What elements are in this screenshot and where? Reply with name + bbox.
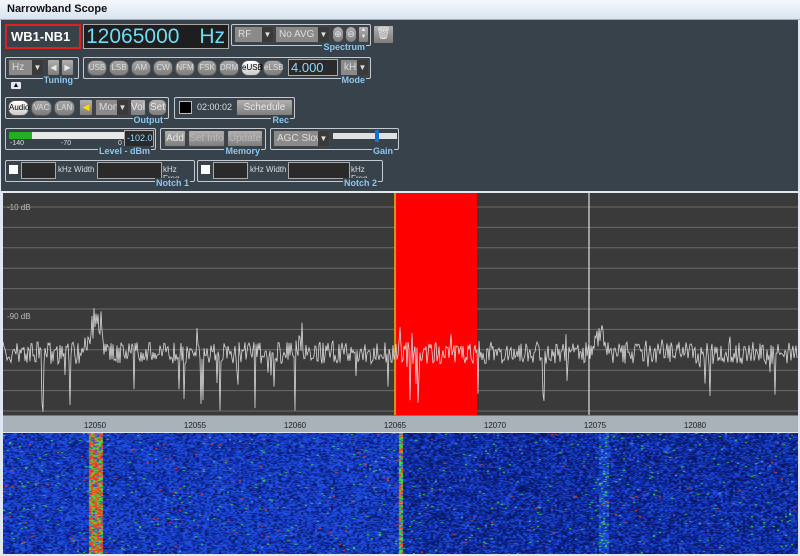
zoom-out-icon[interactable]: ⊖ bbox=[345, 26, 357, 43]
set-button[interactable]: Set bbox=[148, 99, 167, 116]
mode-cw[interactable]: CW bbox=[153, 60, 173, 76]
record-checkbox[interactable] bbox=[179, 101, 192, 114]
notch1-width-label: kHz Width bbox=[58, 165, 95, 174]
gain-slider[interactable] bbox=[333, 130, 397, 142]
spectrum-svg bbox=[3, 193, 798, 415]
speaker-icon[interactable]: ◀ bbox=[79, 99, 93, 116]
output-label: Output bbox=[132, 115, 164, 125]
rec-time: 02:00:02 bbox=[197, 102, 233, 112]
memory-set-info-button[interactable]: Set Info bbox=[188, 130, 225, 147]
frequency-value: 12065000 bbox=[86, 25, 180, 48]
chevron-down-icon: ▼ bbox=[357, 60, 368, 75]
notch2-freq-input[interactable] bbox=[288, 162, 350, 179]
chevron-down-icon: ▼ bbox=[32, 60, 43, 75]
waterfall[interactable] bbox=[3, 433, 798, 554]
passband bbox=[395, 193, 477, 415]
notch2-width-input[interactable] bbox=[213, 162, 248, 179]
gain-slider-thumb[interactable] bbox=[374, 130, 379, 142]
bandwidth-unit-select[interactable]: kHz ▼ bbox=[340, 59, 369, 76]
gain-label: Gain bbox=[371, 146, 394, 156]
vol-button[interactable]: Vol bbox=[130, 99, 146, 116]
spectrum-group: RF ▼ No AVG ▼ ⊕ ⊖ ▲ ▼ Spectrum bbox=[231, 24, 371, 52]
notch2-checkbox[interactable] bbox=[201, 165, 210, 174]
level-meter bbox=[9, 132, 124, 139]
channel-select[interactable]: Mono ▼ bbox=[95, 99, 129, 116]
tune-right-button[interactable]: ▶ bbox=[61, 59, 74, 76]
source-select[interactable]: RF ▼ bbox=[234, 26, 274, 43]
control-panel: WB1-NB1 12065000 Hz RF ▼ No AVG ▼ ⊕ ⊖ ▲ ▼ S… bbox=[1, 20, 798, 191]
notch1-label: Notch 1 bbox=[154, 178, 190, 188]
gain-group: AGC Slow ▼ Gain bbox=[270, 128, 399, 156]
collapse-up-icon[interactable]: ▲ bbox=[10, 81, 22, 90]
freq-tick-label: 12050 bbox=[83, 421, 107, 430]
freq-tick-label: 12080 bbox=[683, 421, 707, 430]
chevron-down-icon: ▼ bbox=[262, 27, 273, 42]
mode-group: USB LSB AM CW NFM FSK DRM eUSB eLSB 4.00… bbox=[83, 57, 371, 85]
memory-group: Add Set Info Update Memory bbox=[160, 128, 266, 156]
notch1-checkbox[interactable] bbox=[9, 165, 18, 174]
spectrum-label: Spectrum bbox=[322, 42, 366, 52]
mode-eusb[interactable]: eUSB bbox=[241, 60, 263, 76]
freq-tick-label: 12075 bbox=[583, 421, 607, 430]
trash-button[interactable]: 🗑 bbox=[373, 25, 394, 44]
scale-mid: -70 bbox=[61, 140, 72, 147]
zoom-in-icon[interactable]: ⊕ bbox=[332, 26, 344, 43]
mode-lsb[interactable]: LSB bbox=[109, 60, 129, 76]
memory-update-button[interactable]: Update bbox=[227, 130, 263, 147]
chevron-down-icon: ▼ bbox=[318, 131, 329, 146]
title-bar: Narrowband Scope bbox=[0, 0, 800, 20]
notch2-width-label: kHz Width bbox=[250, 165, 287, 174]
rec-group: 02:00:02 Schedule Rec bbox=[174, 97, 295, 125]
notch2-label: Notch 2 bbox=[342, 178, 378, 188]
level-meter-fill bbox=[9, 132, 32, 139]
vac-button[interactable]: VAC bbox=[31, 100, 52, 116]
spectrum-plot[interactable]: -10 dB -90 dB bbox=[3, 193, 798, 415]
freq-tick-label: 12070 bbox=[483, 421, 507, 430]
level-group: -140 -70 0 -102.0 Level - dBm bbox=[5, 128, 156, 156]
level-label: Level - dBm bbox=[97, 146, 151, 156]
memory-label: Memory bbox=[224, 146, 261, 156]
level-value: -102.0 bbox=[124, 130, 154, 147]
window-title: Narrowband Scope bbox=[7, 3, 108, 15]
agc-select[interactable]: AGC Slow ▼ bbox=[273, 130, 330, 147]
mode-am[interactable]: AM bbox=[131, 60, 151, 76]
frequency-axis: 12050 12055 12060 12065 12070 12075 12080 bbox=[3, 415, 798, 432]
tune-left-button[interactable]: ◀ bbox=[47, 59, 60, 76]
notch1-width-input[interactable] bbox=[21, 162, 56, 179]
mode-usb[interactable]: USB bbox=[87, 60, 107, 76]
db-label-top: -10 dB bbox=[7, 203, 31, 212]
tuning-group: Hz ▼ ◀ ▶ Tuning bbox=[5, 57, 79, 85]
mode-nfm[interactable]: NFM bbox=[175, 60, 195, 76]
averaging-select[interactable]: No AVG ▼ bbox=[275, 26, 330, 43]
chevron-down-icon: ▼ bbox=[117, 100, 128, 115]
freq-tick-label: 12055 bbox=[183, 421, 207, 430]
schedule-button[interactable]: Schedule bbox=[236, 99, 293, 116]
scale-min: -140 bbox=[10, 140, 25, 147]
memory-add-button[interactable]: Add bbox=[164, 130, 186, 147]
mode-drm[interactable]: DRM bbox=[219, 60, 239, 76]
db-label-mid: -90 dB bbox=[7, 312, 31, 321]
freq-tick-label: 12060 bbox=[283, 421, 307, 430]
output-group: Audio VAC LAN ◀ Mono ▼ Vol Set Output bbox=[5, 97, 169, 125]
tuning-step-select[interactable]: Hz ▼ bbox=[8, 59, 44, 76]
bandwidth-input[interactable]: 4.000 bbox=[288, 59, 338, 76]
notch1-group: kHz Width kHz Freq Notch 1 bbox=[5, 160, 195, 188]
up-down-spinner[interactable]: ▲ ▼ bbox=[358, 26, 369, 43]
lan-button[interactable]: LAN bbox=[54, 100, 75, 116]
notch1-freq-input[interactable] bbox=[97, 162, 162, 179]
mode-label: Mode bbox=[340, 75, 366, 85]
frequency-unit: Hz bbox=[199, 25, 225, 48]
mode-fsk[interactable]: FSK bbox=[197, 60, 217, 76]
chevron-down-icon: ▼ bbox=[318, 27, 329, 42]
frequency-display[interactable]: 12065000 Hz bbox=[83, 24, 229, 49]
freq-tick-label: 12065 bbox=[383, 421, 407, 430]
tuning-label: Tuning bbox=[42, 75, 74, 85]
notch2-group: kHz Width kHz Freq Notch 2 bbox=[197, 160, 383, 188]
audio-button[interactable]: Audio bbox=[8, 100, 29, 116]
mode-elsb[interactable]: eLSB bbox=[263, 60, 284, 76]
rec-label: Rec bbox=[271, 115, 290, 125]
receiver-name: WB1-NB1 bbox=[5, 24, 81, 49]
